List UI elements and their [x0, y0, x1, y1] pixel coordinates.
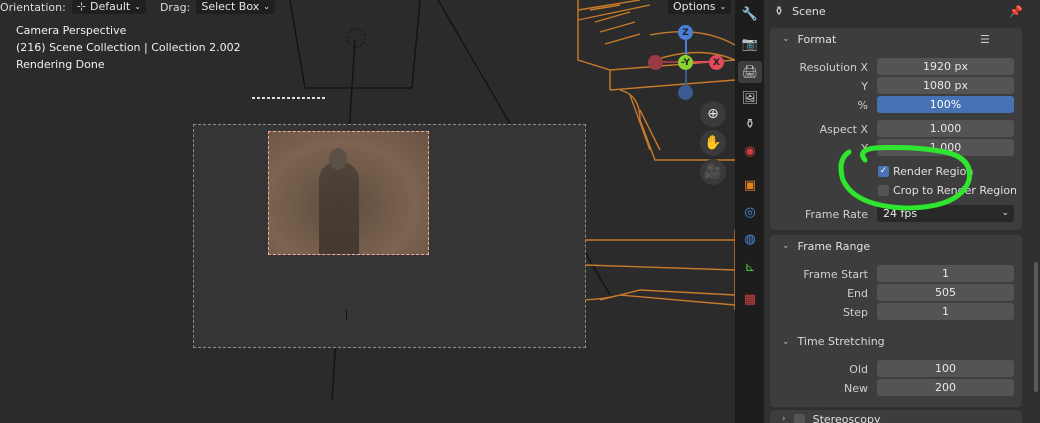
- presets-list-icon[interactable]: ☰: [980, 33, 990, 46]
- stereoscopy-panel[interactable]: › Stereoscopy: [770, 410, 1022, 423]
- annotation-scribble: [838, 145, 972, 211]
- gizmo-y-label: -Y: [681, 57, 690, 68]
- options-label: Options: [673, 0, 716, 13]
- drag-label: Drag:: [159, 0, 191, 14]
- resolution-y-label: Y: [861, 80, 868, 93]
- render-status-text: Rendering Done: [16, 58, 105, 71]
- gizmo-x-label: X: [713, 57, 720, 68]
- time-new-label: New: [844, 382, 868, 395]
- gizmo-z-axis[interactable]: Z: [678, 25, 693, 40]
- gizmo-neg-y-axis[interactable]: -Y: [678, 55, 693, 70]
- format-panel-header[interactable]: ⌄ Format ☰: [770, 28, 1022, 50]
- camera-view-icon[interactable]: 🎥: [700, 159, 726, 185]
- gizmo-neg-z-axis[interactable]: [678, 85, 693, 100]
- view-mode-text: Camera Perspective: [16, 24, 127, 37]
- properties-scrollbar[interactable]: [1034, 262, 1038, 392]
- chevron-down-icon: ⌄: [1001, 208, 1009, 218]
- time-new-field[interactable]: 200: [877, 379, 1014, 396]
- frame-end-label: End: [847, 287, 868, 300]
- chevron-down-icon: ⌄: [782, 34, 790, 44]
- frame-start-field[interactable]: 1: [877, 265, 1014, 282]
- scene-tab-icon[interactable]: ⚱: [738, 113, 762, 135]
- chevron-down-icon: ⌄: [782, 241, 790, 251]
- frame-start-label: Frame Start: [803, 268, 868, 281]
- orientation-dropdown[interactable]: ⊹ Default ⌄: [71, 0, 146, 14]
- frame-step-field[interactable]: 1: [877, 303, 1014, 320]
- aspect-x-label: Aspect X: [819, 123, 868, 136]
- stereoscopy-title: Stereoscopy: [812, 412, 881, 423]
- drag-value: Select Box: [201, 0, 260, 13]
- properties-header: ⚱ Scene 📌: [764, 0, 1040, 22]
- render-region-preview[interactable]: [268, 131, 429, 255]
- physics-tab-icon[interactable]: ◍: [738, 228, 762, 250]
- drag-dropdown[interactable]: Select Box ⌄: [196, 0, 275, 14]
- orientation-value: Default: [90, 0, 131, 13]
- frame-end-field[interactable]: 505: [877, 284, 1014, 301]
- gizmo-z-label: Z: [682, 27, 689, 38]
- resolution-x-field[interactable]: 1920 px: [877, 58, 1014, 75]
- gizmo-x-axis[interactable]: X: [709, 55, 724, 70]
- render-figure-head: [329, 148, 347, 170]
- pin-icon[interactable]: 📌: [1009, 5, 1023, 18]
- resolution-y-field[interactable]: 1080 px: [877, 77, 1014, 94]
- object-tab-icon[interactable]: ▣: [738, 174, 762, 196]
- texture-tab-icon[interactable]: ▦: [738, 288, 762, 310]
- resolution-x-label: Resolution X: [799, 61, 868, 74]
- output-tab-icon[interactable]: 🖨: [738, 61, 762, 83]
- orientation-icon: ⊹: [76, 0, 87, 13]
- options-dropdown[interactable]: Options ⌄: [668, 0, 732, 14]
- chevron-down-icon: ⌄: [782, 336, 790, 347]
- modifier-tab-icon[interactable]: ◎: [738, 201, 762, 223]
- constraint-tab-icon[interactable]: ⊾: [738, 256, 762, 278]
- time-old-label: Old: [849, 363, 868, 376]
- hand-pan-icon[interactable]: ✋: [700, 130, 726, 156]
- cursor-mark: [346, 310, 347, 320]
- viewport-info-overlay: Camera Perspective (216) Scene Collectio…: [16, 22, 241, 73]
- stereoscopy-checkbox[interactable]: [793, 413, 805, 423]
- stereoscopy-header[interactable]: › Stereoscopy: [770, 410, 1022, 423]
- aspect-x-field[interactable]: 1.000: [877, 120, 1014, 137]
- orientation-label: Orientation:: [0, 0, 66, 14]
- render-figure: [319, 162, 359, 254]
- percent-label: %: [857, 99, 868, 112]
- resolution-percent-slider[interactable]: 100%: [877, 96, 1014, 113]
- time-old-field[interactable]: 100: [877, 360, 1014, 377]
- chevron-down-icon: ⌄: [134, 2, 141, 11]
- frame-range-title: Frame Range: [797, 239, 871, 253]
- zoom-icon[interactable]: ⊕: [700, 101, 726, 127]
- frame-range-header[interactable]: ⌄ Frame Range: [770, 235, 1022, 257]
- time-stretching-header[interactable]: ⌄ Time Stretching: [782, 333, 885, 350]
- scene-icon: ⚱: [774, 4, 785, 18]
- time-stretching-title: Time Stretching: [797, 335, 885, 348]
- viewport-header: Orientation: ⊹ Default ⌄ Drag: Select Bo…: [0, 0, 275, 14]
- format-panel-title: Format: [797, 32, 837, 46]
- tool-tab-icon[interactable]: 🔧: [738, 3, 762, 25]
- properties-tab-column: 🔧 📷 🖨 🖼 ⚱ ◉ ▣ ◎ ◍ ⊾ ▦: [735, 0, 764, 423]
- world-tab-icon[interactable]: ◉: [738, 140, 762, 162]
- context-title: Scene: [792, 4, 826, 18]
- frame-step-label: Step: [842, 306, 868, 319]
- render-tab-icon[interactable]: 📷: [738, 33, 762, 55]
- collection-text: (216) Scene Collection | Collection 2.00…: [16, 41, 241, 54]
- chevron-down-icon: ⌄: [719, 2, 727, 11]
- chevron-right-icon: ›: [782, 414, 786, 423]
- 3d-viewport[interactable]: Orientation: ⊹ Default ⌄ Drag: Select Bo…: [0, 0, 735, 423]
- view-layer-tab-icon[interactable]: 🖼: [738, 87, 762, 109]
- chevron-down-icon: ⌄: [263, 2, 270, 11]
- gizmo-neg-x-axis[interactable]: [648, 55, 663, 70]
